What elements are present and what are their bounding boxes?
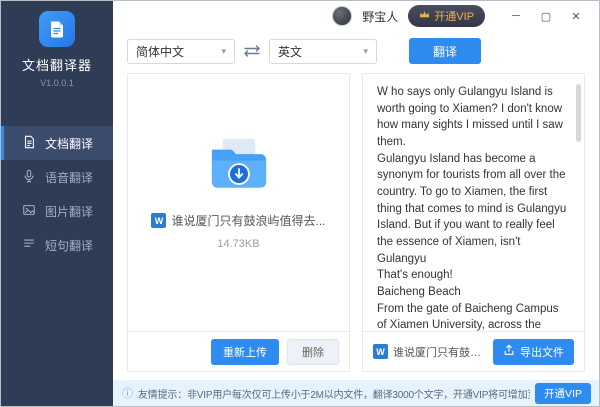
language-toolbar: 简体中文 ▾ 英文 ▾ 翻译 [113, 31, 599, 71]
app-name: 文档翻译器 [22, 55, 92, 74]
document-translate-icon [22, 135, 36, 152]
crown-icon [419, 10, 430, 22]
target-language-value: 英文 [278, 43, 302, 60]
sidebar-item-label: 文档翻译 [45, 135, 93, 152]
target-language-select[interactable]: 英文 ▾ [269, 39, 377, 64]
content-panels: W 谁说厦门只有鼓浪屿值得去... 14.73KB 重新上传 删除 W ho s… [113, 71, 599, 380]
app-logo-icon [39, 11, 75, 47]
maximize-button[interactable]: ▢ [533, 5, 559, 27]
open-vip-label: 开通VIP [434, 8, 474, 24]
footer-open-vip-button[interactable]: 开通VIP [535, 383, 591, 404]
sidebar-item-label: 图片翻译 [45, 203, 93, 220]
word-file-icon: W [373, 344, 388, 359]
upload-folder-icon [206, 137, 272, 196]
chevron-down-icon: ▾ [363, 46, 368, 57]
microphone-icon [22, 169, 36, 186]
footer-bar: ⓘ 友情提示：非VIP用户每次仅可上传小于2M以内文件，翻译3000个文字，开通… [113, 380, 599, 406]
username[interactable]: 野宝人 [362, 8, 398, 25]
user-avatar[interactable] [332, 6, 352, 26]
scrollbar[interactable] [576, 84, 581, 142]
export-file-label: 导出文件 [520, 344, 564, 360]
result-file-chip: W 谁说厦门只有鼓浪屿值得去... [373, 344, 485, 360]
app-window: 文档翻译器 V1.0.0.1 文档翻译 语音翻译 图片翻译 短句翻译 野宝人 [0, 0, 600, 407]
footer-tip: 友情提示：非VIP用户每次仅可上传小于2M以内文件，翻译3000个文字，开通VI… [138, 386, 530, 401]
app-version: V1.0.0.1 [40, 78, 74, 88]
sidebar-nav: 文档翻译 语音翻译 图片翻译 短句翻译 [1, 126, 113, 262]
uploaded-file-display: W 谁说厦门只有鼓浪屿值得去... 14.73KB [128, 74, 349, 331]
chevron-down-icon: ▾ [221, 46, 226, 57]
sidebar-item-label: 短句翻译 [45, 237, 93, 254]
info-icon: ⓘ [122, 385, 133, 401]
uploaded-file-row: W 谁说厦门只有鼓浪屿值得去... [151, 212, 325, 229]
text-lines-icon [22, 237, 36, 254]
sidebar-item-document-translate[interactable]: 文档翻译 [1, 126, 113, 160]
translated-text: W ho says only Gulangyu Island is worth … [363, 74, 584, 331]
sidebar: 文档翻译器 V1.0.0.1 文档翻译 语音翻译 图片翻译 短句翻译 [1, 1, 113, 406]
export-icon [503, 344, 515, 359]
uploaded-file-name: 谁说厦门只有鼓浪屿值得去... [171, 212, 325, 229]
result-panel-footer: W 谁说厦门只有鼓浪屿值得去... 导出文件 [363, 331, 584, 371]
result-panel: W ho says only Gulangyu Island is worth … [362, 73, 585, 372]
word-file-icon: W [151, 213, 166, 228]
upload-panel-footer: 重新上传 删除 [128, 331, 349, 371]
close-button[interactable]: ✕ [563, 5, 589, 27]
image-icon [22, 203, 36, 220]
reupload-button[interactable]: 重新上传 [211, 339, 279, 365]
result-file-name: 谁说厦门只有鼓浪屿值得去... [393, 344, 485, 360]
sidebar-item-image-translate[interactable]: 图片翻译 [1, 194, 113, 228]
main-area: 简体中文 ▾ 英文 ▾ 翻译 [113, 31, 599, 380]
sidebar-item-sentence-translate[interactable]: 短句翻译 [1, 228, 113, 262]
swap-languages-button[interactable] [235, 45, 269, 57]
source-language-select[interactable]: 简体中文 ▾ [127, 39, 235, 64]
source-language-value: 简体中文 [136, 43, 184, 60]
window-controls: ─ ▢ ✕ [503, 5, 589, 27]
open-vip-button[interactable]: 开通VIP [408, 5, 485, 27]
delete-button[interactable]: 删除 [287, 339, 339, 365]
translate-button[interactable]: 翻译 [409, 38, 481, 64]
export-file-button[interactable]: 导出文件 [493, 339, 574, 365]
titlebar: 野宝人 开通VIP ─ ▢ ✕ [113, 1, 599, 31]
sidebar-item-label: 语音翻译 [45, 169, 93, 186]
upload-panel: W 谁说厦门只有鼓浪屿值得去... 14.73KB 重新上传 删除 [127, 73, 350, 372]
minimize-button[interactable]: ─ [503, 5, 529, 27]
uploaded-file-size: 14.73KB [217, 238, 259, 250]
sidebar-item-voice-translate[interactable]: 语音翻译 [1, 160, 113, 194]
